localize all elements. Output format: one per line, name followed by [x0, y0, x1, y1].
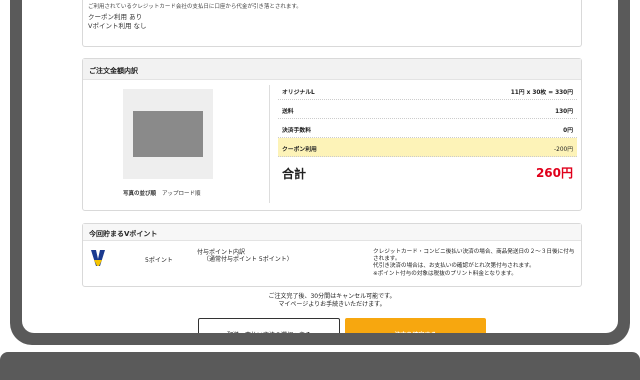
price-value: -200円	[554, 147, 573, 153]
vpoint-detail-sub: （通常付与ポイント 5ポイント）	[203, 256, 293, 263]
total-value: 260円	[535, 166, 573, 180]
photo-preview-area: 写真の並び順 アップロード順	[83, 81, 248, 211]
photo-sort-label: 写真の並び順	[123, 191, 157, 197]
vpoint-usage-text: Vポイント利用 なし	[88, 22, 147, 30]
vpoint-note: クレジットカード・コンビニ後払い決済の場合、商品発送日の２〜３日後に付与されます…	[373, 249, 578, 278]
vpoint-amount: 5ポイント	[145, 257, 173, 264]
price-label: クーポン利用	[282, 147, 317, 153]
confirm-order-button[interactable]: 注文を確定する	[345, 318, 486, 333]
photo-sort-value: アップロード順	[162, 191, 201, 197]
price-row-coupon: クーポン利用 -200円	[278, 138, 577, 157]
order-confirmation-content: ご利用されているクレジットカード会社の支払日に口座から代金が引き落とされます。 …	[82, 0, 582, 333]
device-frame: ご利用されているクレジットカード会社の支払日に口座から代金が引き落とされます。 …	[0, 0, 640, 380]
photo-thumbnail[interactable]	[123, 89, 213, 179]
vpoint-note-line: ※ポイント付与の対象は税抜のプリント料金となります。	[373, 270, 517, 277]
price-value: 11円 x 30枚 = 330円	[510, 90, 573, 96]
price-label: 送料	[282, 109, 294, 115]
price-label: オリジナルL	[282, 90, 315, 96]
screen: ご利用されているクレジットカード会社の支払日に口座から代金が引き落とされます。 …	[22, 0, 618, 333]
price-breakdown: オリジナルL 11円 x 30枚 = 330円 送料 130円 決済手数料 0円…	[278, 81, 577, 187]
vpoint-heading: 今回貯まるVポイント	[83, 224, 581, 241]
cancel-notice-line: マイページよりお手続きいただけます。	[278, 300, 386, 308]
order-summary-card: ご注文金額内訳 写真の並び順 アップロード順 オリジナルL 11円 x 30枚 =…	[82, 58, 582, 211]
vpoint-logo-icon	[91, 248, 105, 268]
photo-sort-caption: 写真の並び順 アップロード順	[83, 189, 303, 197]
vpoint-detail: 付与ポイント内訳 （通常付与ポイント 5ポイント）	[197, 249, 293, 263]
price-row-print: オリジナルL 11円 x 30枚 = 330円	[278, 81, 577, 100]
price-value: 0円	[563, 128, 573, 134]
total-row: 合計 260円	[278, 157, 577, 187]
vpoint-card: 今回貯まるVポイント 5ポイント 付与ポイント内訳 （通常付与ポイント 5ポイン…	[82, 223, 582, 287]
vpoint-note-line: 代引き決済の場合は、お支払いの確認がとれ次第付与されます。	[373, 263, 535, 270]
summary-heading: ご注文金額内訳	[83, 59, 581, 80]
price-value: 130円	[555, 109, 573, 115]
price-row-shipping: 送料 130円	[278, 100, 577, 119]
photo-image	[133, 111, 203, 157]
cancel-notice-line: ご注文完了後、30分間はキャンセル可能です。	[268, 293, 396, 300]
vpoint-detail-title: 付与ポイント内訳	[197, 249, 246, 256]
back-to-shipping-button[interactable]: 配送・支払い方法の選択へ戻る	[198, 318, 340, 333]
payment-note: ご利用されているクレジットカード会社の支払日に口座から代金が引き落とされます。	[88, 4, 302, 10]
cancel-notice: ご注文完了後、30分間はキャンセル可能です。 マイページよりお手続きいただけます…	[82, 293, 582, 308]
price-label: 決済手数料	[282, 128, 311, 134]
payment-info-card: ご利用されているクレジットカード会社の支払日に口座から代金が引き落とされます。 …	[82, 0, 582, 47]
total-label: 合計	[282, 167, 307, 181]
device-base	[0, 352, 640, 380]
vpoint-note-line: クレジットカード・コンビニ後払い決済の場合、商品発送日の２〜３日後に付与されます…	[373, 249, 575, 263]
price-row-fee: 決済手数料 0円	[278, 119, 577, 138]
vertical-divider	[269, 85, 270, 203]
